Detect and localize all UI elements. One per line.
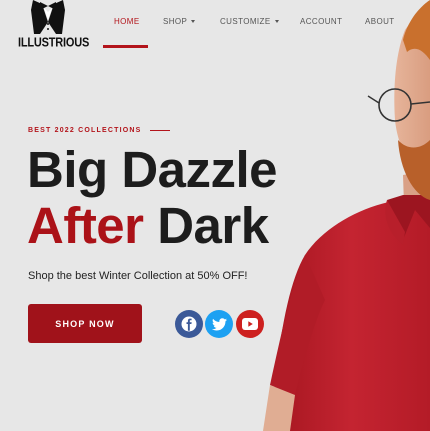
headline-rest: Dark: [157, 197, 269, 254]
nav-item-home[interactable]: HOME: [114, 17, 140, 26]
nav-item-label: SHOP: [163, 17, 188, 26]
hero-eyebrow: BEST 2022 COLLECTIONS: [28, 127, 170, 134]
hero-headline: Big Dazzle After Dark: [27, 141, 278, 254]
chevron-down-icon: [191, 20, 196, 23]
shop-now-button[interactable]: SHOP NOW: [28, 304, 142, 343]
nav-item-label: HOME: [114, 17, 140, 26]
active-nav-indicator: [103, 45, 148, 48]
eyebrow-text: BEST 2022 COLLECTIONS: [28, 127, 142, 134]
twitter-icon: [211, 317, 227, 330]
brand-name: ILLUSTRIOUS: [18, 36, 90, 50]
facebook-link[interactable]: [175, 310, 203, 338]
nav-item-shop[interactable]: SHOP: [163, 17, 196, 26]
page: ILLUSTRIOUS HOME SHOP CUSTOMIZE ACCOUNT …: [0, 0, 430, 431]
headline-line-1: Big Dazzle: [27, 141, 278, 198]
twitter-link[interactable]: [205, 310, 233, 338]
hero-subtext: Shop the best Winter Collection at 50% O…: [28, 270, 248, 282]
youtube-link[interactable]: [236, 310, 264, 338]
youtube-icon: [242, 318, 258, 330]
facebook-icon: [181, 316, 197, 332]
headline-accent: After: [27, 197, 144, 254]
eyebrow-divider: [149, 130, 170, 131]
model-photo: [263, 0, 430, 431]
